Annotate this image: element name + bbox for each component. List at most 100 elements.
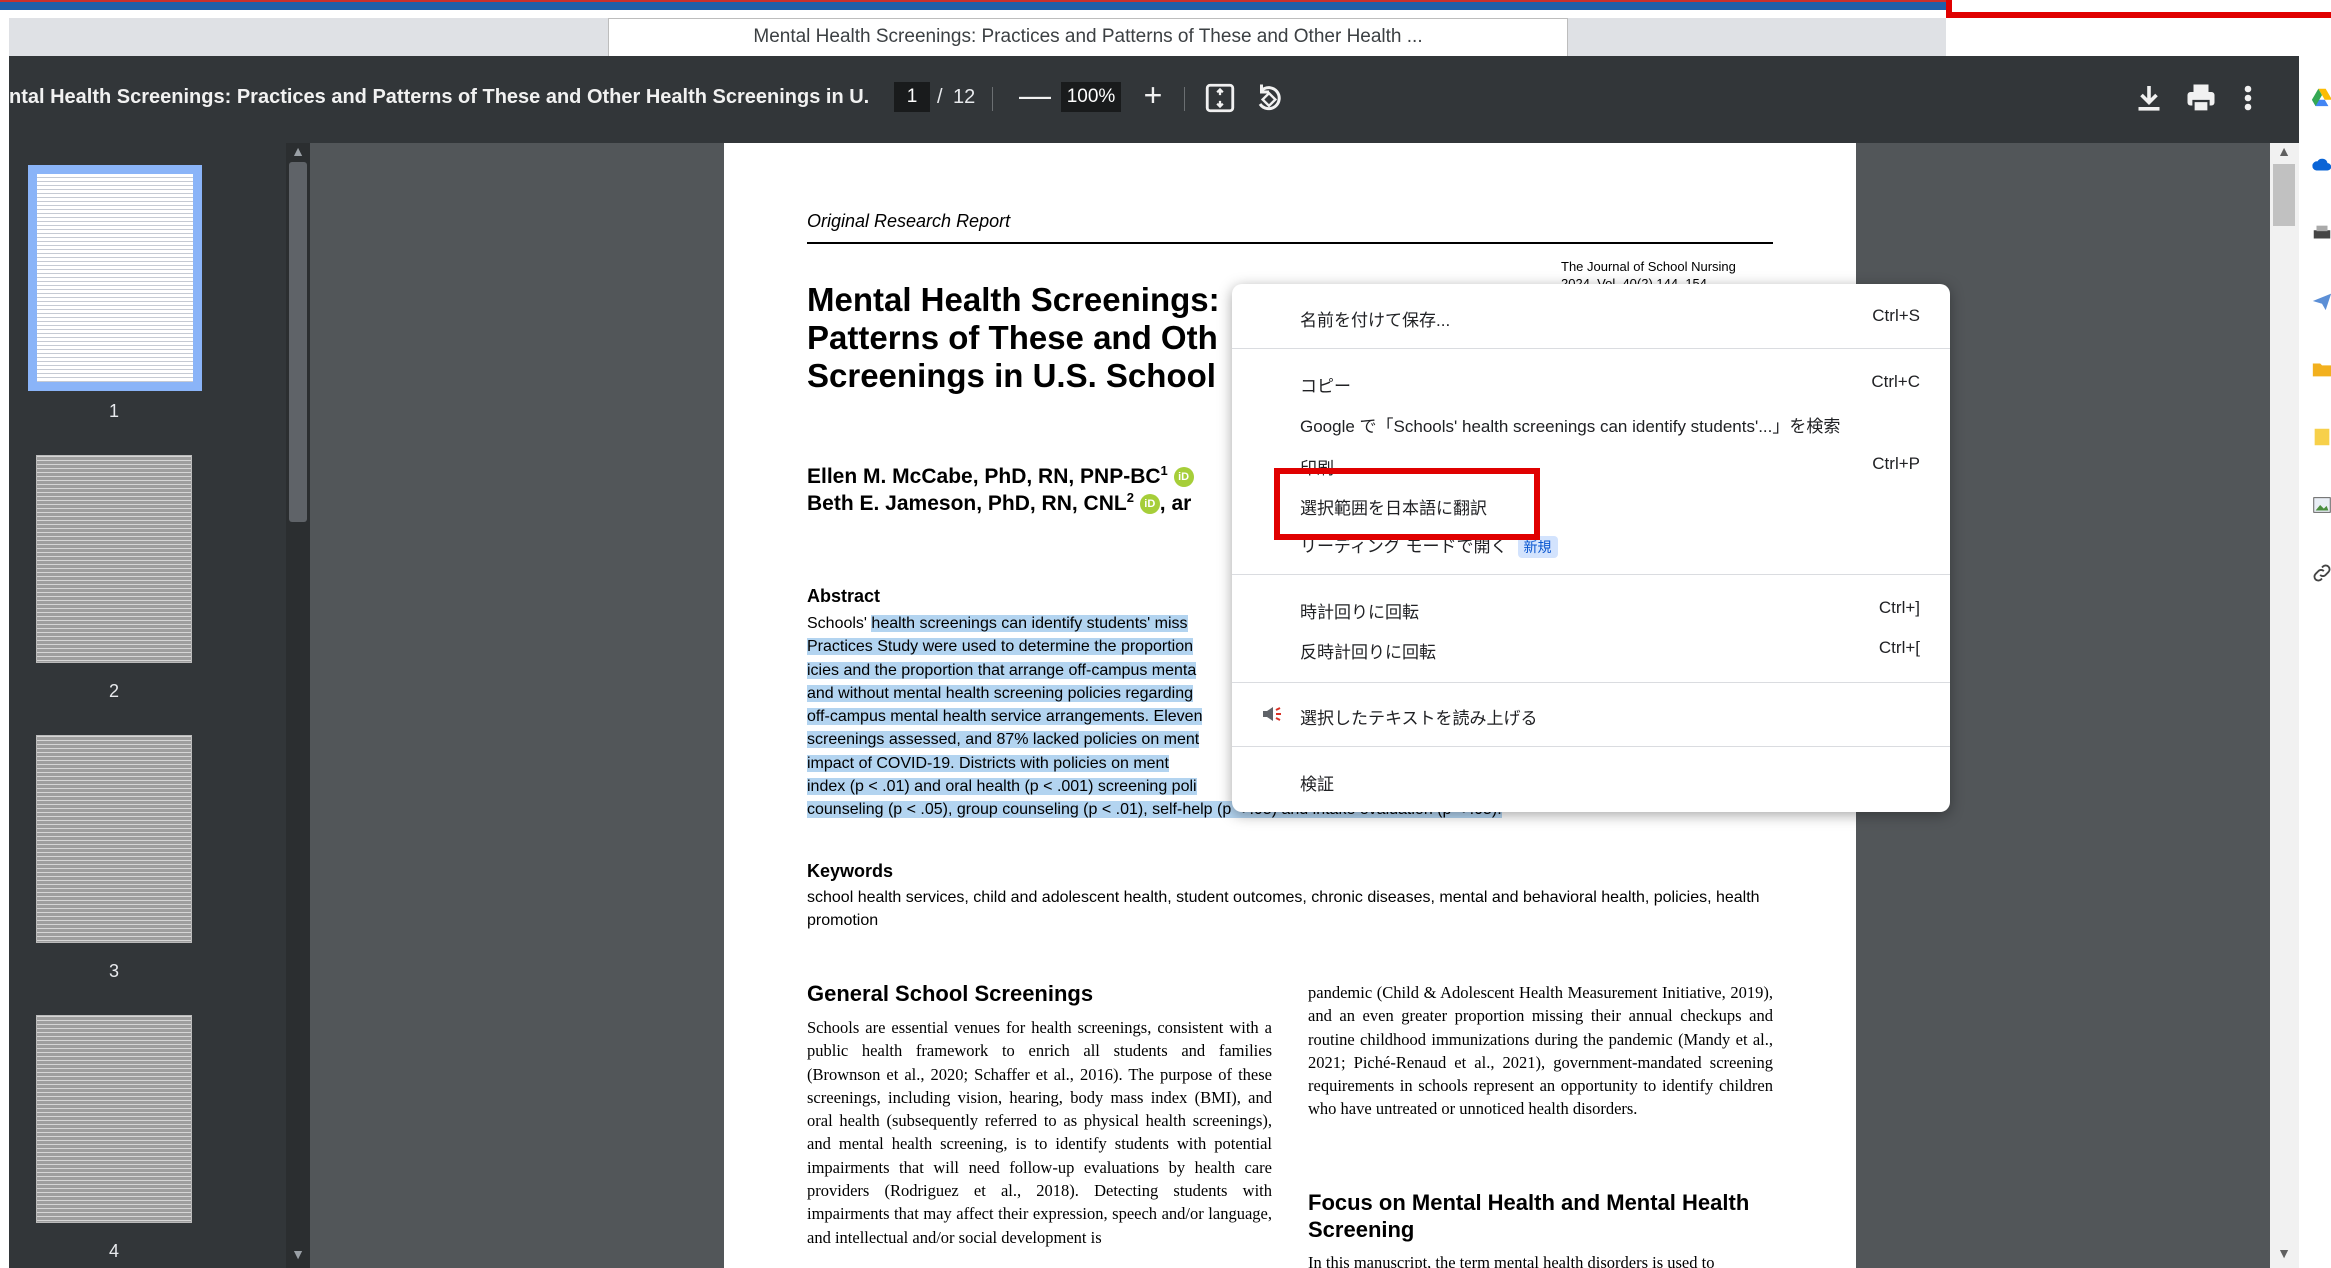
thumbnail-label: 2 — [108, 681, 119, 701]
thumbnail-label: 3 — [108, 961, 119, 981]
print-icon[interactable] — [2183, 80, 2219, 116]
author-affiliation: 1 — [1160, 463, 1168, 478]
title-line: Mental Health Screenings: — [807, 281, 1220, 318]
abstract-selected: Practices Study were used to determine t… — [807, 638, 1193, 656]
rotate-icon[interactable] — [1251, 80, 1287, 116]
menu-item-label: 検証 — [1300, 775, 1334, 794]
total-pages: 12 — [953, 86, 976, 108]
menu-item-rotate-clockwise[interactable]: 時計回りに回転 Ctrl+] — [1232, 590, 1950, 626]
authors-line-1: Ellen M. McCabe, PhD, RN, PNP-BC1 iD — [807, 463, 1194, 489]
column-2-body: pandemic (Child & Adolescent Health Meas… — [1308, 983, 1773, 1119]
orcid-icon[interactable]: iD — [1139, 494, 1160, 515]
abstract-selected: impact of COVID-19. Districts with polic… — [807, 754, 1169, 772]
orcid-icon[interactable]: iD — [1173, 467, 1194, 488]
pdf-toolbar: ntal Health Screenings: Practices and Pa… — [9, 56, 2299, 143]
title-line: Patterns of These and Oth — [807, 319, 1218, 356]
zoom-level-input[interactable]: 100% — [1061, 82, 1121, 112]
abstract-selected: index (p < .01) and oral health (p < .00… — [807, 778, 1197, 796]
folder-icon[interactable] — [2311, 358, 2331, 380]
abstract-heading: Abstract — [807, 586, 881, 606]
browser-tab-active[interactable]: Mental Health Screenings: Practices and … — [608, 18, 1568, 56]
abstract-selected: screenings assessed, and 87% lacked poli… — [807, 731, 1200, 749]
right-extension-bar — [2299, 18, 2331, 1268]
sidebar-scrollbar-thumb[interactable] — [289, 162, 307, 522]
section-heading-focus: Focus on Mental Health and Mental Health… — [1308, 1190, 1750, 1242]
section-body-general-screenings: Schools are essential venues for health … — [807, 1018, 1272, 1247]
menu-item-label: 選択したテキストを読み上げる — [1300, 709, 1538, 728]
annotation-red-highlight-box — [1274, 468, 1540, 540]
section-heading-general-screenings: General School Screenings — [807, 981, 1094, 1006]
thumbnail-page-2[interactable] — [36, 455, 192, 663]
header-rule — [807, 242, 1773, 244]
fit-page-icon[interactable] — [1203, 81, 1237, 115]
journal-name: The Journal of School Nursing — [1561, 259, 1736, 274]
authors-line-2: Beth E. Jameson, PhD, RN, CNL2 iD, ar — [807, 490, 1191, 516]
thumbnail-page-4[interactable] — [36, 1015, 192, 1223]
author-affiliation: 2 — [1126, 490, 1134, 505]
abstract-selected: icies and the proportion that arrange of… — [807, 661, 1197, 679]
thumbnail-label: 4 — [108, 1241, 119, 1261]
menu-item-label: コピー — [1300, 377, 1351, 396]
main-scroll-down-icon[interactable]: ▼ — [2273, 1245, 2295, 1265]
send-icon[interactable] — [2311, 290, 2331, 312]
thumbnail-page-3[interactable] — [36, 735, 192, 943]
menu-item-read-aloud[interactable]: 選択したテキストを読み上げる — [1232, 696, 1950, 732]
document-title: ntal Health Screenings: Practices and Pa… — [9, 86, 869, 108]
thumbnail-page-1[interactable] — [28, 165, 202, 391]
image-icon[interactable] — [2311, 494, 2331, 516]
menu-item-search-google[interactable]: Google で「Schools' health screenings can … — [1232, 404, 1950, 440]
link-icon[interactable] — [2311, 562, 2331, 584]
menu-item-label: 時計回りに回転 — [1300, 603, 1419, 622]
speaker-icon — [1263, 707, 1281, 721]
main-scrollbar-thumb[interactable] — [2273, 164, 2295, 226]
keywords-heading: Keywords — [807, 861, 894, 881]
context-menu: 名前を付けて保存... Ctrl+S コピー Ctrl+C Google で「S… — [1232, 284, 1950, 812]
download-icon[interactable] — [2131, 80, 2167, 116]
toolbar-divider — [992, 87, 993, 111]
abstract-selected: and without mental health screening poli… — [807, 684, 1194, 702]
sidebar-scroll-down-icon[interactable]: ▼ — [289, 1246, 307, 1264]
menu-item-shortcut: Ctrl+] — [1878, 598, 1920, 617]
toolbar-divider — [1184, 87, 1185, 111]
zoom-in-button[interactable]: + — [1135, 76, 1171, 116]
report-type-label: Original Research Report — [807, 211, 1011, 231]
menu-item-label: 反時計回りに回転 — [1300, 643, 1436, 662]
menu-item-inspect[interactable]: 検証 — [1232, 762, 1950, 798]
menu-item-rotate-counterclockwise[interactable]: 反時計回りに回転 Ctrl+[ — [1232, 630, 1950, 666]
paper-title: Mental Health Screenings: Patterns of Th… — [807, 281, 1237, 395]
menu-separator — [1232, 348, 1950, 349]
window-top-strip — [0, 0, 1946, 10]
annotation-red-frame-top — [1946, 0, 2331, 18]
menu-separator — [1232, 682, 1950, 683]
main-scroll-up-icon[interactable]: ▲ — [2273, 143, 2295, 163]
author-tail: , ar — [1159, 492, 1192, 515]
menu-item-label: Google で「Schools' health screenings can … — [1300, 417, 1841, 436]
menu-item-shortcut: Ctrl+[ — [1878, 638, 1920, 657]
author-name: Beth E. Jameson, PhD, RN, CNL — [807, 492, 1127, 515]
menu-item-shortcut: Ctrl+C — [1871, 372, 1920, 391]
printer-icon[interactable] — [2311, 222, 2331, 244]
menu-item-shortcut: Ctrl+P — [1872, 454, 1920, 473]
thumbnail-label: 1 — [108, 401, 119, 421]
keywords-text: school health services, child and adoles… — [807, 889, 1760, 929]
sidebar-scroll-up-icon[interactable]: ▲ — [289, 143, 307, 161]
page-separator: / — [937, 86, 943, 108]
more-vert-icon[interactable] — [2235, 80, 2261, 116]
main-scrollbar[interactable] — [2270, 143, 2299, 1268]
abstract-selected: off-campus mental health service arrange… — [807, 708, 1203, 726]
zoom-out-button[interactable]: — — [1017, 76, 1053, 116]
menu-item-label: 名前を付けて保存... — [1300, 311, 1451, 330]
title-line: Screenings in U.S. School — [807, 357, 1216, 394]
menu-separator — [1232, 746, 1950, 747]
author-name: Ellen M. McCabe, PhD, RN, PNP-BC — [807, 465, 1161, 488]
menu-item-copy[interactable]: コピー Ctrl+C — [1232, 364, 1950, 400]
thumbnail-sidebar: 1 2 3 4 — [9, 143, 293, 1268]
google-drive-icon[interactable] — [2311, 86, 2331, 108]
menu-item-save-as[interactable]: 名前を付けて保存... Ctrl+S — [1232, 298, 1950, 334]
abstract-plain: Schools' — [807, 615, 872, 632]
abstract-selected: health screenings can identify students'… — [871, 615, 1188, 632]
note-icon[interactable] — [2311, 426, 2331, 448]
onedrive-icon[interactable] — [2311, 154, 2331, 176]
menu-separator — [1232, 574, 1950, 575]
page-number-input[interactable]: 1 — [894, 82, 930, 112]
